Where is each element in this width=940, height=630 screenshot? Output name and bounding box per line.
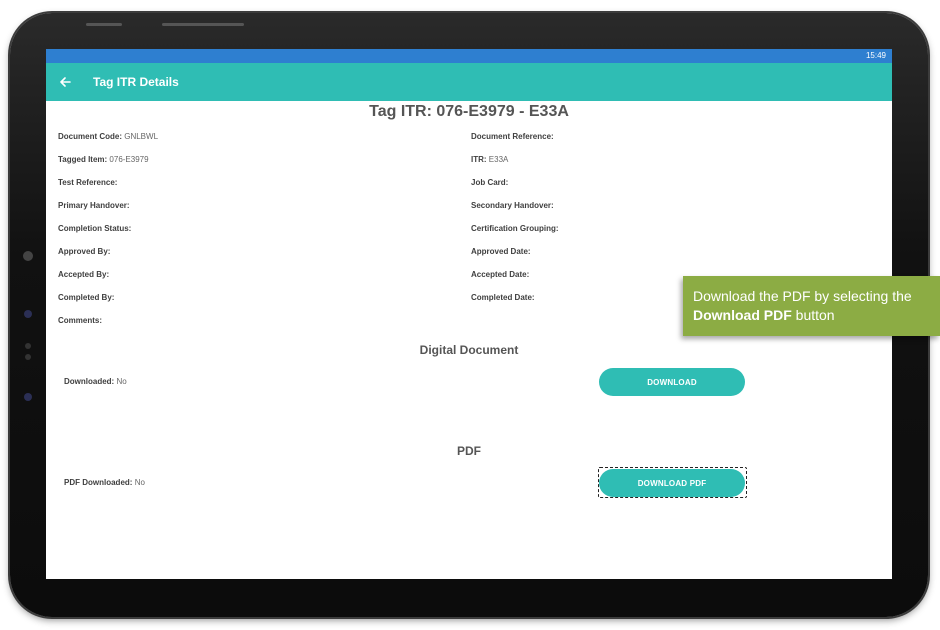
arrow-left-icon[interactable] bbox=[60, 75, 80, 89]
digital-document-title: Digital Document bbox=[419, 343, 519, 357]
field-tagged-item: Tagged Item: 076-E3979 bbox=[58, 155, 149, 164]
field-accepted-by: Accepted By: bbox=[58, 270, 109, 279]
pdf-downloaded-value: No bbox=[134, 478, 145, 487]
field-label: Secondary Handover: bbox=[471, 201, 554, 210]
field-label: Completed Date: bbox=[471, 293, 535, 302]
status-bar: 15:49 bbox=[46, 49, 892, 63]
field-label: Job Card: bbox=[471, 178, 509, 187]
field-label: Accepted By: bbox=[58, 270, 110, 279]
field-label: Document Code: bbox=[58, 132, 122, 141]
field-value: E33A bbox=[488, 155, 509, 164]
app-bar: Tag ITR Details bbox=[46, 63, 892, 101]
field-approved-by: Approved By: bbox=[58, 247, 110, 256]
field-completed-by: Completed By: bbox=[58, 293, 114, 302]
callout-text: Download the PDF by selecting the bbox=[693, 288, 912, 304]
field-completed-date: Completed Date: bbox=[471, 293, 535, 302]
page-title: Tag ITR: 076-E3979 - E33A bbox=[369, 103, 569, 120]
pdf-downloaded-label: PDF Downloaded: bbox=[64, 478, 133, 487]
download-button[interactable]: DOWNLOAD bbox=[599, 368, 745, 396]
digital-document-status: Downloaded: No bbox=[64, 377, 127, 386]
downloaded-label: Downloaded: bbox=[64, 377, 115, 386]
field-document-code: Document Code: GNLBWL bbox=[58, 132, 158, 141]
field-certification-grouping: Certification Grouping: bbox=[471, 224, 559, 233]
field-secondary-handover: Secondary Handover: bbox=[471, 201, 554, 210]
tablet-sensor-dot bbox=[25, 354, 31, 360]
pdf-section-title: PDF bbox=[457, 444, 481, 458]
field-label: Comments: bbox=[58, 316, 103, 325]
app-bar-title: Tag ITR Details bbox=[93, 75, 179, 89]
field-label: ITR: bbox=[471, 155, 487, 164]
field-value: 076-E3979 bbox=[109, 155, 149, 164]
callout-bold-text: Download PDF bbox=[693, 307, 792, 323]
tablet-camera-dot bbox=[23, 251, 33, 261]
field-primary-handover: Primary Handover: bbox=[58, 201, 130, 210]
callout-text-end: button bbox=[795, 307, 835, 323]
field-document-reference: Document Reference: bbox=[471, 132, 554, 141]
field-approved-date: Approved Date: bbox=[471, 247, 531, 256]
field-value: GNLBWL bbox=[124, 132, 159, 141]
tablet-power-button bbox=[162, 23, 244, 26]
field-label: Completion Status: bbox=[58, 224, 132, 233]
field-label: Completed By: bbox=[58, 293, 115, 302]
field-label: Approved By: bbox=[58, 247, 111, 256]
tablet-sensor-dot bbox=[25, 343, 31, 349]
download-pdf-button[interactable]: DOWNLOAD PDF bbox=[599, 469, 745, 497]
tablet-volume-button bbox=[86, 23, 122, 26]
tablet-sensor-dot bbox=[24, 310, 32, 318]
field-label: Primary Handover: bbox=[58, 201, 130, 210]
tutorial-callout: Download the PDF by selecting the Downlo… bbox=[683, 276, 940, 336]
field-itr: ITR: E33A bbox=[471, 155, 508, 164]
field-label: Tagged Item: bbox=[58, 155, 108, 164]
tablet-sensor-dot bbox=[24, 393, 32, 401]
field-label: Test Reference: bbox=[58, 178, 118, 187]
field-label: Accepted Date: bbox=[471, 270, 530, 279]
field-label: Certification Grouping: bbox=[471, 224, 559, 233]
downloaded-value: No bbox=[116, 377, 127, 386]
pdf-status: PDF Downloaded: No bbox=[64, 478, 145, 487]
field-accepted-date: Accepted Date: bbox=[471, 270, 529, 279]
field-label: Approved Date: bbox=[471, 247, 531, 256]
field-label: Document Reference: bbox=[471, 132, 554, 141]
field-comments: Comments: bbox=[58, 316, 102, 325]
status-time: 15:49 bbox=[865, 51, 886, 60]
field-test-reference: Test Reference: bbox=[58, 178, 117, 187]
field-completion-status: Completion Status: bbox=[58, 224, 131, 233]
field-job-card: Job Card: bbox=[471, 178, 508, 187]
